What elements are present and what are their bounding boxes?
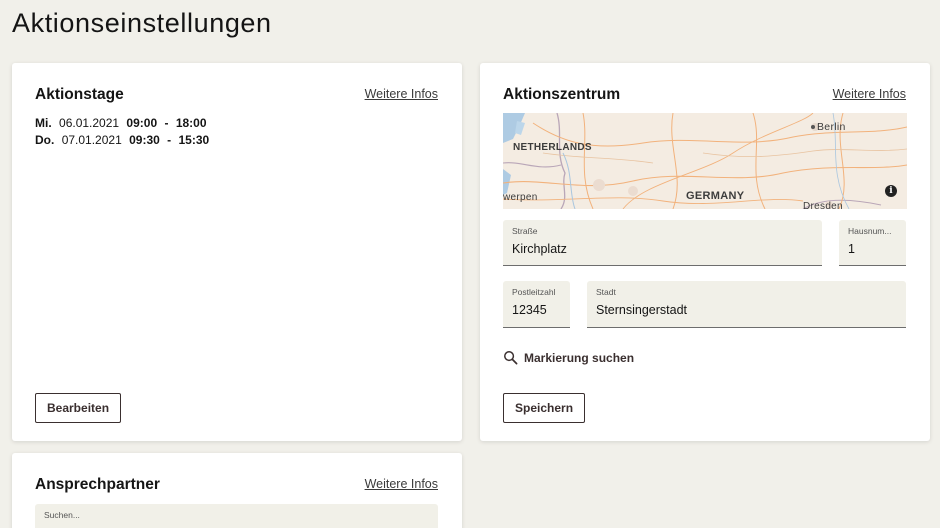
street-field-label: Straße: [512, 226, 538, 236]
center-more-info-link[interactable]: Weitere Infos: [833, 87, 906, 101]
postal-code-field-value: 12345: [512, 303, 547, 317]
city-field-label: Stadt: [596, 287, 616, 297]
street-field[interactable]: Straße Kirchplatz: [503, 220, 822, 266]
day-start: 09:30: [129, 133, 160, 147]
map-label-dresden: Dresden: [803, 201, 843, 209]
city-field-value: Sternsingerstadt: [596, 303, 688, 317]
contact-search-label: Suchen...: [44, 510, 80, 520]
map-label-berlin: Berlin: [817, 121, 846, 133]
search-marker-link[interactable]: Markierung suchen: [503, 350, 634, 365]
map-label-netherlands: NETHERLANDS: [513, 142, 592, 153]
day-end: 18:00: [175, 116, 207, 130]
save-button[interactable]: Speichern: [503, 393, 586, 423]
day-row: Mi. 06.01.2021 09:00 - 18:00: [35, 116, 211, 130]
day-sep: -: [167, 133, 172, 147]
city-field[interactable]: Stadt Sternsingerstadt: [587, 281, 906, 328]
contact-card-title: Ansprechpartner: [35, 476, 160, 493]
day-sep: -: [164, 116, 169, 130]
edit-days-button[interactable]: Bearbeiten: [35, 393, 122, 423]
days-more-info-link[interactable]: Weitere Infos: [365, 87, 438, 101]
day-date: 06.01.2021: [59, 116, 120, 130]
postal-code-field[interactable]: Postleitzahl 12345: [503, 281, 570, 328]
house-number-field[interactable]: Hausnum... 1: [839, 220, 906, 266]
contact-search-field[interactable]: Suchen...: [35, 504, 438, 528]
house-number-field-value: 1: [848, 242, 855, 256]
search-icon: [504, 351, 518, 365]
contact-more-info-link[interactable]: Weitere Infos: [365, 477, 438, 491]
location-map[interactable]: Berlin NETHERLANDS GERMANY werpen Dresde…: [503, 113, 907, 209]
street-field-value: Kirchplatz: [512, 242, 567, 256]
contact-card: Ansprechpartner Weitere Infos Suchen...: [12, 453, 462, 528]
info-icon[interactable]: i: [885, 185, 897, 197]
map-label-germany: GERMANY: [686, 190, 745, 202]
center-card: Aktionszentrum Weitere Infos Berlin NETH…: [480, 63, 930, 441]
day-end: 15:30: [178, 133, 210, 147]
center-card-title: Aktionszentrum: [503, 86, 621, 103]
search-marker-label: Markierung suchen: [524, 350, 635, 365]
day-row: Do. 07.01.2021 09:30 - 15:30: [35, 133, 213, 147]
house-number-field-label: Hausnum...: [848, 226, 892, 236]
day-start: 09:00: [126, 116, 158, 130]
days-card: Aktionstage Weitere Infos Mi. 06.01.2021…: [12, 63, 462, 441]
day-weekday: Mi.: [35, 116, 52, 130]
page-title: Aktionseinstellungen: [12, 8, 272, 38]
map-label-antwerp: werpen: [503, 192, 538, 203]
days-card-title: Aktionstage: [35, 86, 124, 103]
day-date: 07.01.2021: [61, 133, 122, 147]
day-weekday: Do.: [35, 133, 55, 147]
postal-code-field-label: Postleitzahl: [512, 287, 556, 297]
